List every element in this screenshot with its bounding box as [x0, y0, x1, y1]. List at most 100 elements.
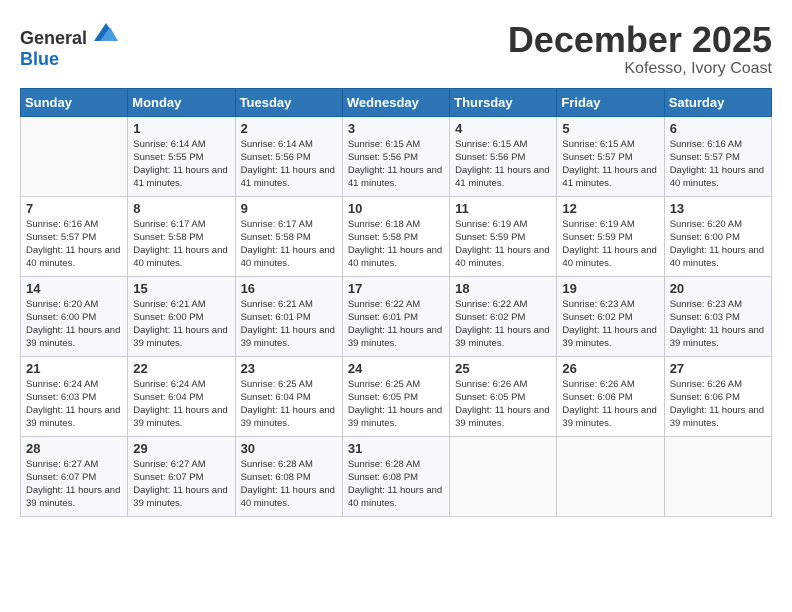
sunset-text: Sunset: 5:56 PM	[348, 152, 418, 163]
day-cell: 5 Sunrise: 6:15 AM Sunset: 5:57 PM Dayli…	[557, 116, 664, 196]
sunrise-text: Sunrise: 6:28 AM	[348, 459, 420, 470]
daylight-text: Daylight: 11 hours and 39 minutes.	[455, 325, 549, 349]
daylight-text: Daylight: 11 hours and 40 minutes.	[241, 485, 335, 509]
weekday-header-row: Sunday Monday Tuesday Wednesday Thursday…	[21, 88, 772, 116]
location-subtitle: Kofesso, Ivory Coast	[508, 60, 772, 78]
day-info: Sunrise: 6:16 AM Sunset: 5:57 PM Dayligh…	[26, 218, 122, 271]
day-info: Sunrise: 6:21 AM Sunset: 6:00 PM Dayligh…	[133, 298, 229, 351]
sunrise-text: Sunrise: 6:21 AM	[133, 299, 205, 310]
sunrise-text: Sunrise: 6:22 AM	[348, 299, 420, 310]
daylight-text: Daylight: 11 hours and 39 minutes.	[670, 325, 764, 349]
sunset-text: Sunset: 6:08 PM	[348, 472, 418, 483]
day-info: Sunrise: 6:27 AM Sunset: 6:07 PM Dayligh…	[26, 458, 122, 511]
day-cell: 9 Sunrise: 6:17 AM Sunset: 5:58 PM Dayli…	[235, 196, 342, 276]
day-cell: 3 Sunrise: 6:15 AM Sunset: 5:56 PM Dayli…	[342, 116, 449, 196]
day-cell: 18 Sunrise: 6:22 AM Sunset: 6:02 PM Dayl…	[450, 276, 557, 356]
day-cell	[557, 436, 664, 516]
sunset-text: Sunset: 5:57 PM	[670, 152, 740, 163]
day-cell: 28 Sunrise: 6:27 AM Sunset: 6:07 PM Dayl…	[21, 436, 128, 516]
sunset-text: Sunset: 5:56 PM	[455, 152, 525, 163]
sunset-text: Sunset: 6:01 PM	[241, 312, 311, 323]
daylight-text: Daylight: 11 hours and 40 minutes.	[348, 485, 442, 509]
day-cell: 31 Sunrise: 6:28 AM Sunset: 6:08 PM Dayl…	[342, 436, 449, 516]
day-info: Sunrise: 6:22 AM Sunset: 6:01 PM Dayligh…	[348, 298, 444, 351]
day-info: Sunrise: 6:15 AM Sunset: 5:57 PM Dayligh…	[562, 138, 658, 191]
sunrise-text: Sunrise: 6:28 AM	[241, 459, 313, 470]
sunrise-text: Sunrise: 6:20 AM	[26, 299, 98, 310]
logo-general: General	[20, 28, 87, 48]
daylight-text: Daylight: 11 hours and 41 minutes.	[562, 165, 656, 189]
daylight-text: Daylight: 11 hours and 40 minutes.	[133, 245, 227, 269]
day-info: Sunrise: 6:21 AM Sunset: 6:01 PM Dayligh…	[241, 298, 337, 351]
day-number: 14	[26, 281, 122, 296]
day-info: Sunrise: 6:25 AM Sunset: 6:04 PM Dayligh…	[241, 378, 337, 431]
sunrise-text: Sunrise: 6:23 AM	[562, 299, 634, 310]
day-number: 28	[26, 441, 122, 456]
sunrise-text: Sunrise: 6:16 AM	[26, 219, 98, 230]
daylight-text: Daylight: 11 hours and 39 minutes.	[670, 405, 764, 429]
day-info: Sunrise: 6:28 AM Sunset: 6:08 PM Dayligh…	[241, 458, 337, 511]
day-cell: 19 Sunrise: 6:23 AM Sunset: 6:02 PM Dayl…	[557, 276, 664, 356]
day-cell: 11 Sunrise: 6:19 AM Sunset: 5:59 PM Dayl…	[450, 196, 557, 276]
day-info: Sunrise: 6:17 AM Sunset: 5:58 PM Dayligh…	[133, 218, 229, 271]
day-info: Sunrise: 6:24 AM Sunset: 6:03 PM Dayligh…	[26, 378, 122, 431]
day-number: 4	[455, 121, 551, 136]
sunrise-text: Sunrise: 6:19 AM	[562, 219, 634, 230]
calendar-table: Sunday Monday Tuesday Wednesday Thursday…	[20, 88, 772, 517]
day-cell: 12 Sunrise: 6:19 AM Sunset: 5:59 PM Dayl…	[557, 196, 664, 276]
sunset-text: Sunset: 6:02 PM	[562, 312, 632, 323]
day-cell: 4 Sunrise: 6:15 AM Sunset: 5:56 PM Dayli…	[450, 116, 557, 196]
day-number: 8	[133, 201, 229, 216]
sunset-text: Sunset: 5:57 PM	[26, 232, 96, 243]
daylight-text: Daylight: 11 hours and 39 minutes.	[26, 325, 120, 349]
sunset-text: Sunset: 6:02 PM	[455, 312, 525, 323]
sunset-text: Sunset: 5:55 PM	[133, 152, 203, 163]
day-cell	[21, 116, 128, 196]
sunset-text: Sunset: 6:06 PM	[562, 392, 632, 403]
day-number: 2	[241, 121, 337, 136]
day-info: Sunrise: 6:15 AM Sunset: 5:56 PM Dayligh…	[455, 138, 551, 191]
header-tuesday: Tuesday	[235, 88, 342, 116]
day-info: Sunrise: 6:26 AM Sunset: 6:06 PM Dayligh…	[562, 378, 658, 431]
daylight-text: Daylight: 11 hours and 40 minutes.	[455, 245, 549, 269]
day-number: 18	[455, 281, 551, 296]
day-cell: 23 Sunrise: 6:25 AM Sunset: 6:04 PM Dayl…	[235, 356, 342, 436]
day-number: 25	[455, 361, 551, 376]
sunset-text: Sunset: 6:01 PM	[348, 312, 418, 323]
sunset-text: Sunset: 6:08 PM	[241, 472, 311, 483]
sunset-text: Sunset: 5:59 PM	[455, 232, 525, 243]
daylight-text: Daylight: 11 hours and 40 minutes.	[670, 165, 764, 189]
day-number: 22	[133, 361, 229, 376]
day-number: 13	[670, 201, 766, 216]
sunrise-text: Sunrise: 6:17 AM	[133, 219, 205, 230]
day-cell: 25 Sunrise: 6:26 AM Sunset: 6:05 PM Dayl…	[450, 356, 557, 436]
sunset-text: Sunset: 6:05 PM	[455, 392, 525, 403]
sunset-text: Sunset: 5:57 PM	[562, 152, 632, 163]
day-cell: 26 Sunrise: 6:26 AM Sunset: 6:06 PM Dayl…	[557, 356, 664, 436]
daylight-text: Daylight: 11 hours and 40 minutes.	[26, 245, 120, 269]
day-cell: 2 Sunrise: 6:14 AM Sunset: 5:56 PM Dayli…	[235, 116, 342, 196]
daylight-text: Daylight: 11 hours and 39 minutes.	[241, 405, 335, 429]
sunrise-text: Sunrise: 6:24 AM	[133, 379, 205, 390]
daylight-text: Daylight: 11 hours and 39 minutes.	[133, 405, 227, 429]
sunrise-text: Sunrise: 6:20 AM	[670, 219, 742, 230]
day-info: Sunrise: 6:28 AM Sunset: 6:08 PM Dayligh…	[348, 458, 444, 511]
day-cell: 30 Sunrise: 6:28 AM Sunset: 6:08 PM Dayl…	[235, 436, 342, 516]
day-cell: 1 Sunrise: 6:14 AM Sunset: 5:55 PM Dayli…	[128, 116, 235, 196]
sunrise-text: Sunrise: 6:25 AM	[241, 379, 313, 390]
daylight-text: Daylight: 11 hours and 39 minutes.	[133, 325, 227, 349]
day-info: Sunrise: 6:16 AM Sunset: 5:57 PM Dayligh…	[670, 138, 766, 191]
day-number: 9	[241, 201, 337, 216]
day-number: 16	[241, 281, 337, 296]
day-number: 23	[241, 361, 337, 376]
week-row-5: 28 Sunrise: 6:27 AM Sunset: 6:07 PM Dayl…	[21, 436, 772, 516]
day-cell: 13 Sunrise: 6:20 AM Sunset: 6:00 PM Dayl…	[664, 196, 771, 276]
sunset-text: Sunset: 5:59 PM	[562, 232, 632, 243]
day-info: Sunrise: 6:15 AM Sunset: 5:56 PM Dayligh…	[348, 138, 444, 191]
sunset-text: Sunset: 5:56 PM	[241, 152, 311, 163]
week-row-4: 21 Sunrise: 6:24 AM Sunset: 6:03 PM Dayl…	[21, 356, 772, 436]
week-row-1: 1 Sunrise: 6:14 AM Sunset: 5:55 PM Dayli…	[21, 116, 772, 196]
day-cell: 10 Sunrise: 6:18 AM Sunset: 5:58 PM Dayl…	[342, 196, 449, 276]
day-info: Sunrise: 6:23 AM Sunset: 6:03 PM Dayligh…	[670, 298, 766, 351]
day-info: Sunrise: 6:19 AM Sunset: 5:59 PM Dayligh…	[562, 218, 658, 271]
